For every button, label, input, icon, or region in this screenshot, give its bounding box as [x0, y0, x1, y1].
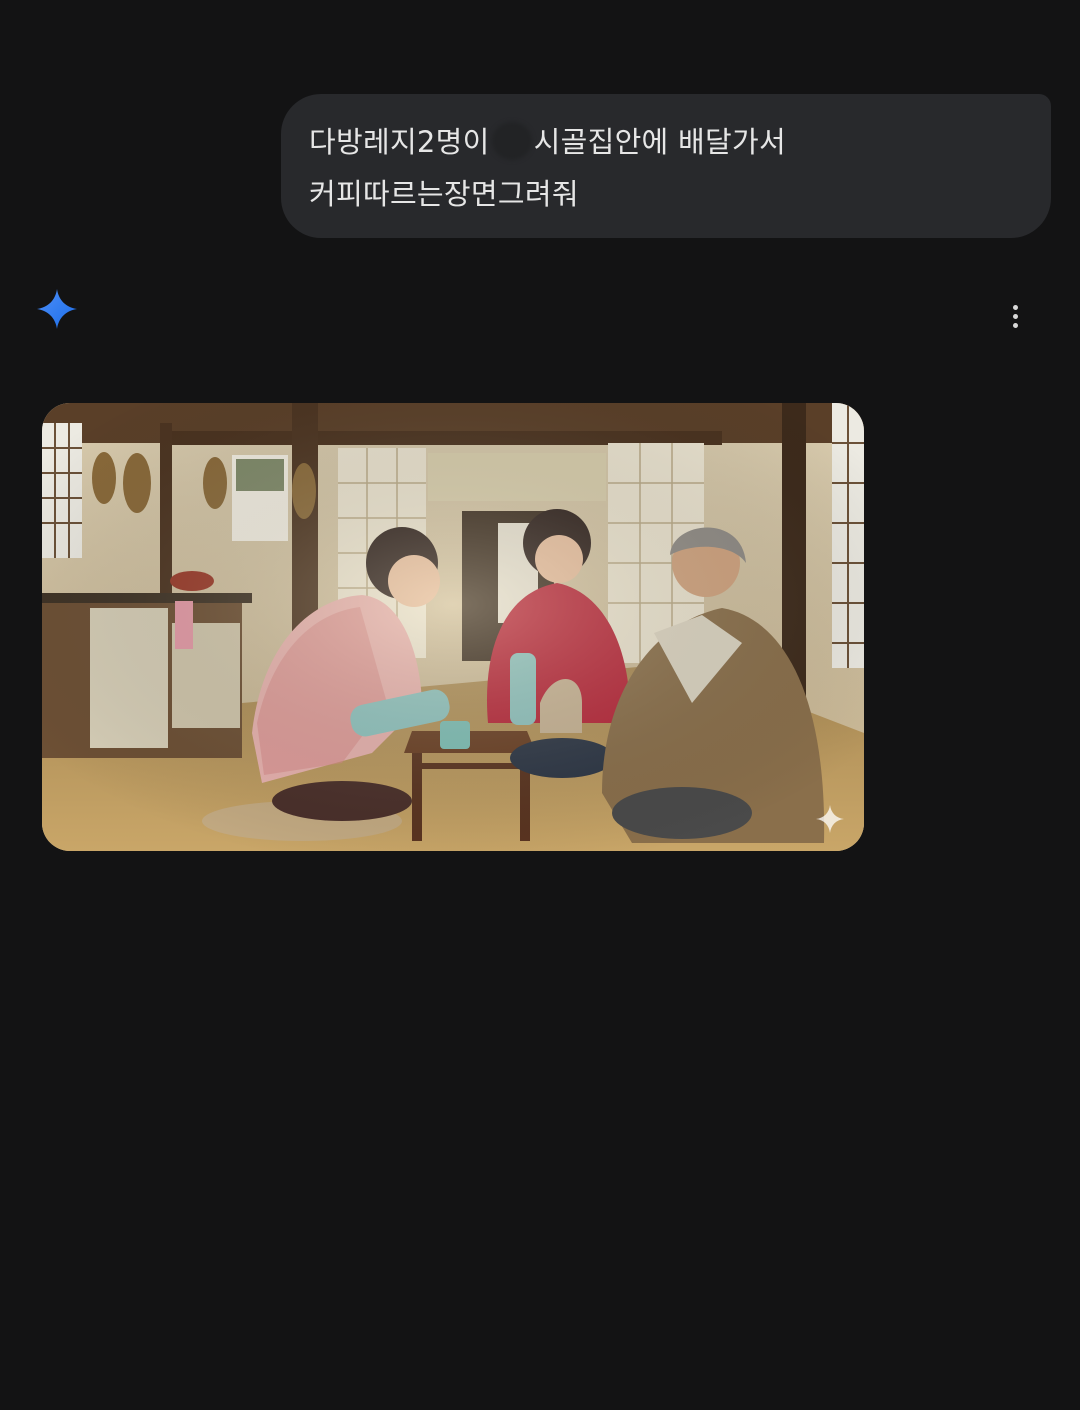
user-message-part-1: 다방레지2명이: [309, 125, 490, 159]
gemini-sparkle-icon: [37, 289, 77, 329]
redaction-mark: [491, 122, 532, 160]
more-vert-dot: [1012, 313, 1018, 319]
user-message-text: 다방레지2명이 시골집안에 배달가서 커피따르는장면그려줘: [309, 116, 1021, 220]
more-vert-icon: [1012, 304, 1018, 310]
more-options-button[interactable]: [995, 296, 1035, 336]
user-message-bubble: 다방레지2명이 시골집안에 배달가서 커피따르는장면그려줘: [281, 94, 1051, 238]
more-vert-dot: [1012, 322, 1018, 328]
image-scene: [42, 403, 864, 851]
chat-screen: 다방레지2명이 시골집안에 배달가서 커피따르는장면그려줘: [0, 0, 1080, 1410]
generated-image[interactable]: [42, 403, 864, 851]
